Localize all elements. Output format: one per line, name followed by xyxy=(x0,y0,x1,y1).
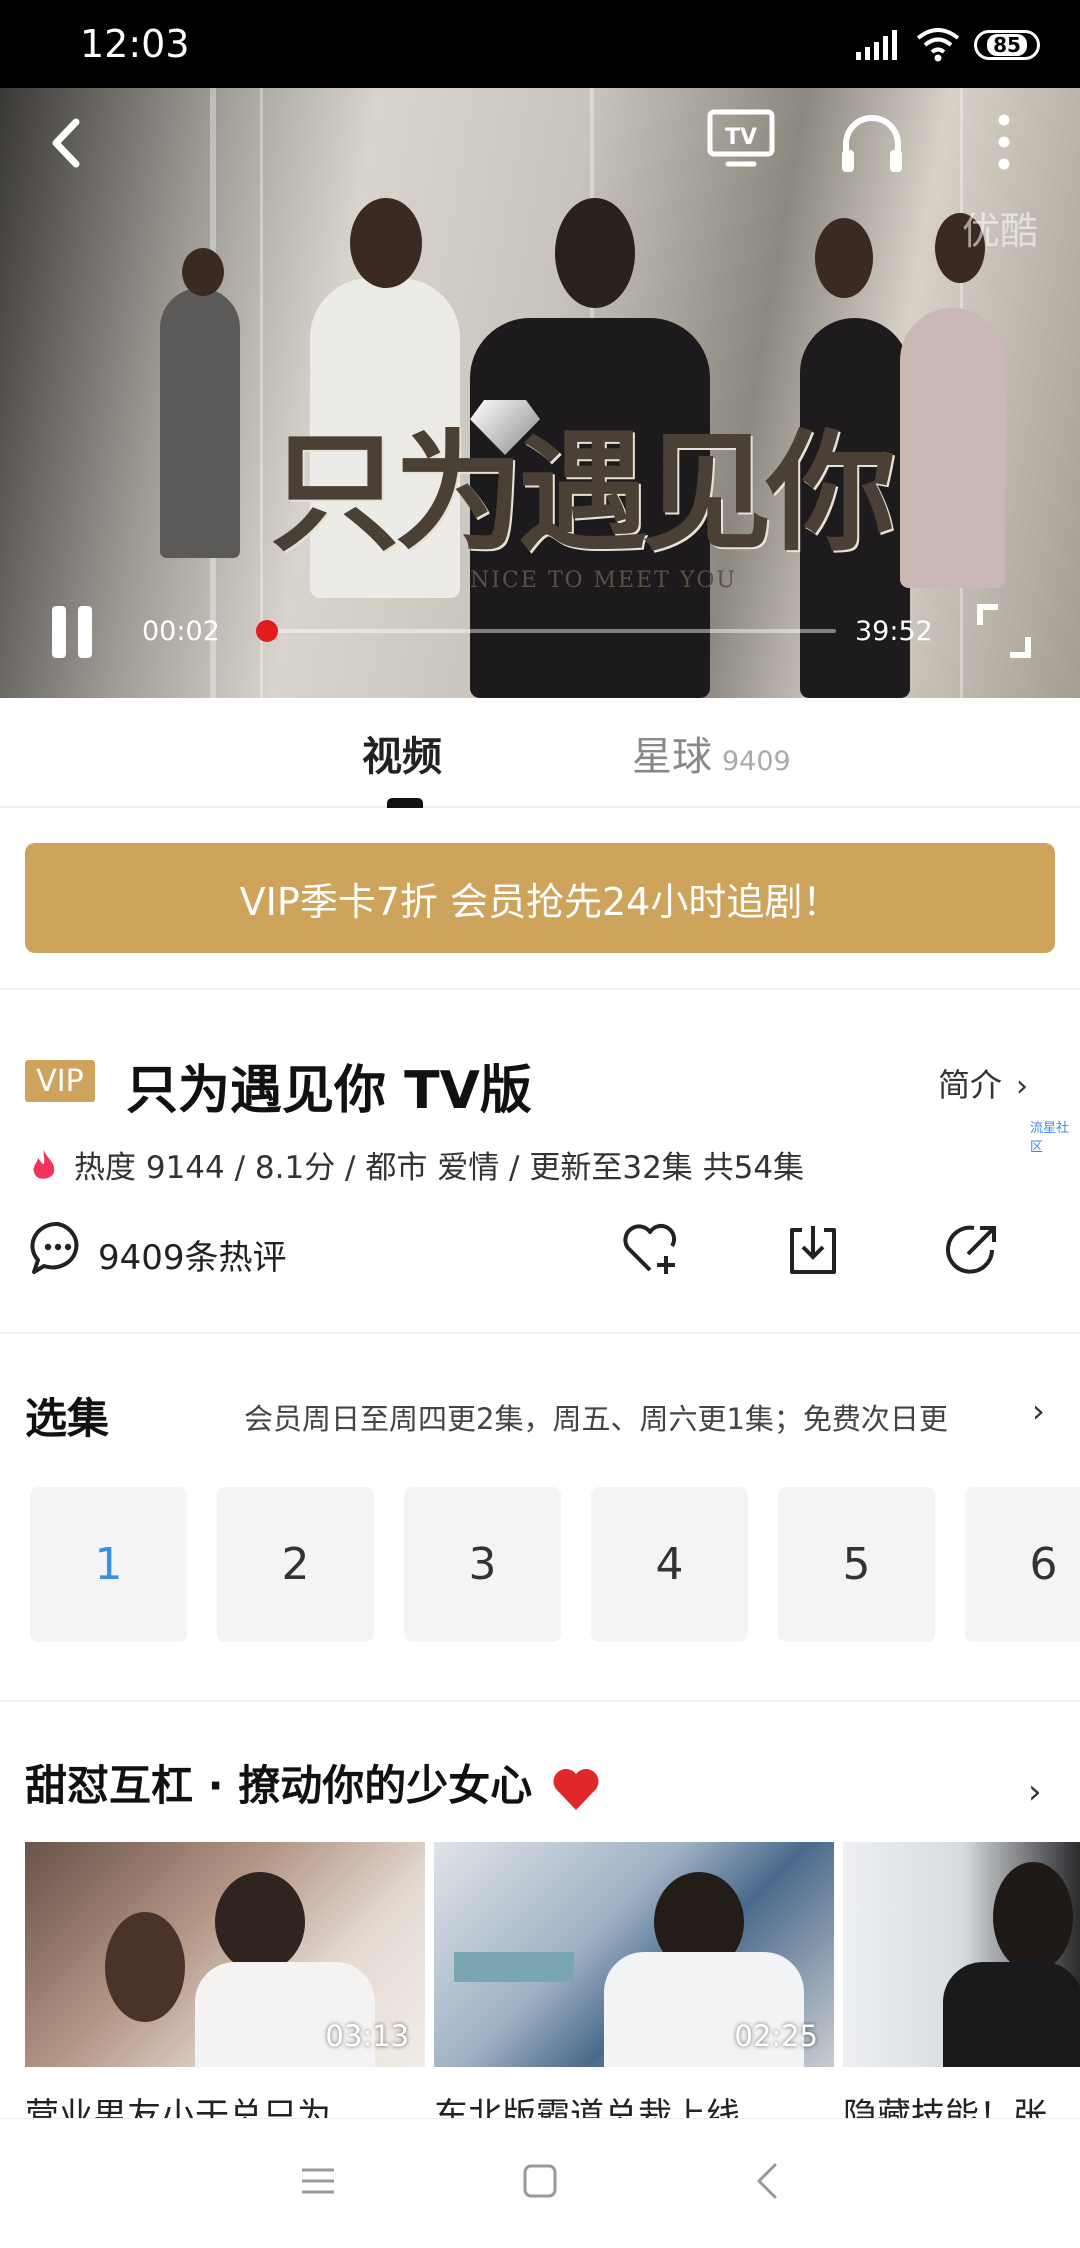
thumbnail-figure xyxy=(105,1912,185,2022)
status-bar: 12:03 85 xyxy=(0,0,1080,88)
episodes-schedule-note[interactable]: 会员周日至周四更2集，周五、周六更1集；免费次日更 xyxy=(244,1396,948,1438)
headphones-icon[interactable] xyxy=(836,106,908,178)
divider xyxy=(0,1700,1080,1702)
episode-tile[interactable]: 1 xyxy=(30,1487,187,1642)
battery-indicator: 85 xyxy=(974,30,1040,60)
more-icon[interactable] xyxy=(990,110,1018,174)
heart-icon xyxy=(553,1768,599,1810)
poster-figure xyxy=(900,308,1005,588)
svg-text:TV: TV xyxy=(725,125,757,150)
intro-link[interactable]: 简介 › xyxy=(938,1060,1028,1106)
video-duration: 02:25 xyxy=(734,2019,818,2053)
share-icon[interactable] xyxy=(944,1220,1002,1278)
comment-count[interactable]: 9409条热评 xyxy=(98,1230,287,1279)
download-icon[interactable] xyxy=(784,1220,842,1278)
home-icon[interactable] xyxy=(520,2161,560,2201)
episodes-header: 选集 xyxy=(25,1394,110,1443)
thumbnail-figure xyxy=(215,1872,305,1972)
tab-indicator xyxy=(387,798,423,808)
total-time: 39:52 xyxy=(855,616,933,647)
episode-tile[interactable]: 2 xyxy=(217,1487,374,1642)
intro-label: 简介 xyxy=(938,1066,1003,1104)
back-icon[interactable] xyxy=(34,108,104,178)
action-row: 9409条热评 xyxy=(0,1220,1080,1320)
menu-icon[interactable] xyxy=(298,2161,338,2201)
video-thumbnail[interactable]: 03:13 xyxy=(25,1842,425,2067)
favorite-add-icon[interactable] xyxy=(620,1220,680,1276)
divider xyxy=(0,988,1080,990)
divider xyxy=(0,1332,1080,1334)
tv-cast-icon[interactable]: TV xyxy=(706,108,776,170)
progress-handle[interactable] xyxy=(255,620,278,642)
poster-figure-head xyxy=(815,218,873,298)
vip-promo-text: VIP季卡7折 会员抢先24小时追剧！ xyxy=(239,879,841,924)
episode-tile[interactable]: 5 xyxy=(778,1487,935,1642)
system-nav-bar xyxy=(0,2118,1080,2248)
thumbnail-figure xyxy=(993,1862,1073,1972)
show-meta-text: 热度 9144 / 8.1分 / 都市 爱情 / 更新至32集 共54集 xyxy=(74,1150,805,1186)
video-player[interactable]: 只为遇见你 NICE TO MEET YOU 优酷 TV 00:02 39:52 xyxy=(0,88,1080,698)
signal-icon xyxy=(856,30,897,60)
chevron-right-icon[interactable]: › xyxy=(1032,1392,1045,1430)
episode-tile[interactable]: 6 xyxy=(965,1487,1080,1642)
thumbnail-book xyxy=(454,1952,574,1982)
comment-icon[interactable] xyxy=(30,1220,86,1276)
poster-title: 只为遇见你 xyxy=(270,416,896,569)
vip-badge: VIP xyxy=(25,1060,95,1102)
fullscreen-icon[interactable] xyxy=(976,603,1032,659)
poster-figure xyxy=(160,288,240,558)
episode-tile[interactable]: 3 xyxy=(404,1487,561,1642)
flame-icon xyxy=(33,1149,55,1179)
poster-figure-head xyxy=(182,248,224,296)
tab-video[interactable]: 视频 xyxy=(362,724,442,782)
video-thumbnail[interactable]: 02:25 xyxy=(434,1842,834,2067)
status-time: 12:03 xyxy=(80,22,190,66)
pause-icon[interactable] xyxy=(48,604,98,660)
battery-level: 85 xyxy=(987,34,1027,56)
poster-figure-head xyxy=(350,198,422,288)
video-thumbnail[interactable] xyxy=(843,1842,1080,2067)
back-nav-icon[interactable] xyxy=(748,2161,788,2201)
vip-promo-banner[interactable]: VIP季卡7折 会员抢先24小时追剧！ xyxy=(25,843,1055,953)
poster-subtitle: NICE TO MEET YOU xyxy=(470,568,737,593)
show-meta: 热度 9144 / 8.1分 / 都市 爱情 / 更新至32集 共54集 xyxy=(30,1142,804,1187)
chevron-right-icon[interactable]: › xyxy=(1028,1772,1042,1812)
current-time: 00:02 xyxy=(142,616,220,647)
chevron-right-icon: › xyxy=(1016,1069,1029,1104)
progress-bar[interactable] xyxy=(255,620,836,642)
poster-figure-head xyxy=(555,198,635,308)
thumbnail-figure xyxy=(943,1962,1080,2067)
video-duration: 03:13 xyxy=(325,2019,409,2053)
tab-planet-label: 星球 xyxy=(632,734,712,780)
episode-tile[interactable]: 4 xyxy=(591,1487,748,1642)
light-streak xyxy=(260,88,263,698)
wifi-icon xyxy=(916,28,960,62)
tab-video-label: 视频 xyxy=(362,734,442,780)
watermark: 优酷 xyxy=(962,209,1039,253)
community-tag[interactable]: 流星社区 xyxy=(1030,1117,1080,1155)
tab-planet-count: 9409 xyxy=(722,746,791,777)
recommend-title-text: 甜怼互杠 · 撩动你的少女心 xyxy=(25,1761,533,1810)
content-tabs: 视频 星球 9409 xyxy=(0,698,1080,808)
show-title: 只为遇见你 TV版 xyxy=(126,1061,532,1121)
tab-planet[interactable]: 星球 9409 xyxy=(632,724,791,782)
recommend-title: 甜怼互杠 · 撩动你的少女心 xyxy=(25,1752,601,1813)
